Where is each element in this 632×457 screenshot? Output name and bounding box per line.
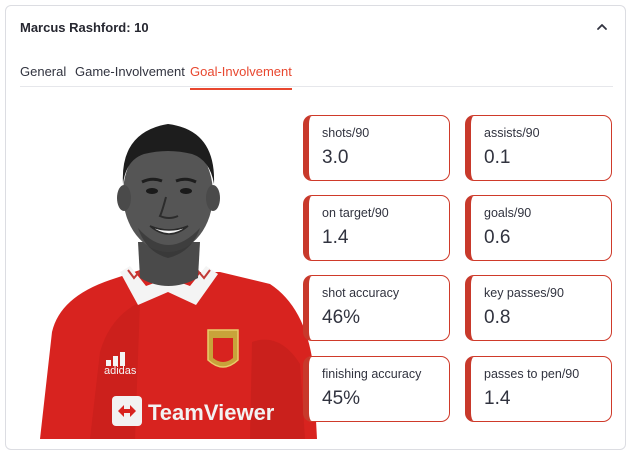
- stat-label: assists/90: [484, 126, 540, 140]
- tab-general[interactable]: General: [20, 64, 66, 88]
- tab-goal-involvement[interactable]: Goal-Involvement: [190, 64, 292, 90]
- stat-card-shots-per-90: shots/90 3.0: [303, 115, 450, 181]
- expander-header[interactable]: Marcus Rashford: 10: [6, 6, 625, 48]
- stat-value: 45%: [322, 388, 361, 409]
- kit-brand-text: adidas: [104, 365, 137, 377]
- stat-value: 46%: [322, 307, 361, 328]
- stat-card-finishing-accuracy: finishing accuracy 45%: [303, 356, 450, 422]
- stat-card-on-target-per-90: on target/90 1.4: [303, 195, 450, 261]
- stat-value: 3.0: [322, 147, 349, 168]
- stat-value: 1.4: [484, 388, 511, 409]
- player-photo: adidas TeamViewer: [20, 102, 320, 439]
- stat-label: on target/90: [322, 206, 389, 220]
- player-photo-graphic: adidas TeamViewer: [40, 124, 317, 439]
- stat-card-shot-accuracy: shot accuracy 46%: [303, 275, 450, 341]
- expander-title: Marcus Rashford: 10: [20, 20, 149, 35]
- stat-value: 0.8: [484, 307, 511, 328]
- stat-card-key-passes-per-90: key passes/90 0.8: [465, 275, 612, 341]
- stat-label: key passes/90: [484, 286, 564, 300]
- player-expander: Marcus Rashford: 10 General Game-Involve…: [5, 5, 626, 450]
- stat-value: 0.6: [484, 227, 511, 248]
- stat-label: passes to pen/90: [484, 367, 580, 381]
- stat-value: 1.4: [322, 227, 349, 248]
- tab-bar: General Game-Involvement Goal-Involvemen…: [20, 58, 613, 90]
- tab-game-involvement[interactable]: Game-Involvement: [75, 64, 185, 88]
- stat-value: 0.1: [484, 147, 511, 168]
- stat-label: finishing accuracy: [322, 367, 422, 381]
- shirt-sponsor-text: TeamViewer: [148, 400, 275, 425]
- stat-label: shot accuracy: [322, 286, 400, 300]
- chevron-up-icon[interactable]: [595, 20, 609, 34]
- stat-label: goals/90: [484, 206, 532, 220]
- stat-card-goals-per-90: goals/90 0.6: [465, 195, 612, 261]
- stat-card-assists-per-90: assists/90 0.1: [465, 115, 612, 181]
- stat-label: shots/90: [322, 126, 370, 140]
- stat-card-passes-to-pen-per-90: passes to pen/90 1.4: [465, 356, 612, 422]
